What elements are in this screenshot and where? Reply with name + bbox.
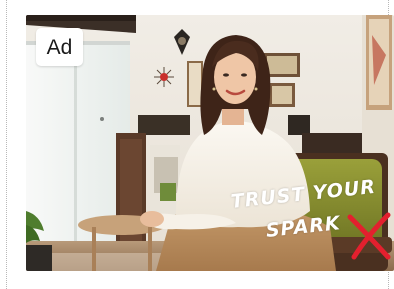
ad-banner[interactable]: Ad TRUST YOUR SPARK (26, 15, 394, 271)
ad-badge: Ad (36, 28, 83, 66)
left-dotted-divider (6, 0, 7, 289)
spark-x-logo (347, 212, 391, 260)
